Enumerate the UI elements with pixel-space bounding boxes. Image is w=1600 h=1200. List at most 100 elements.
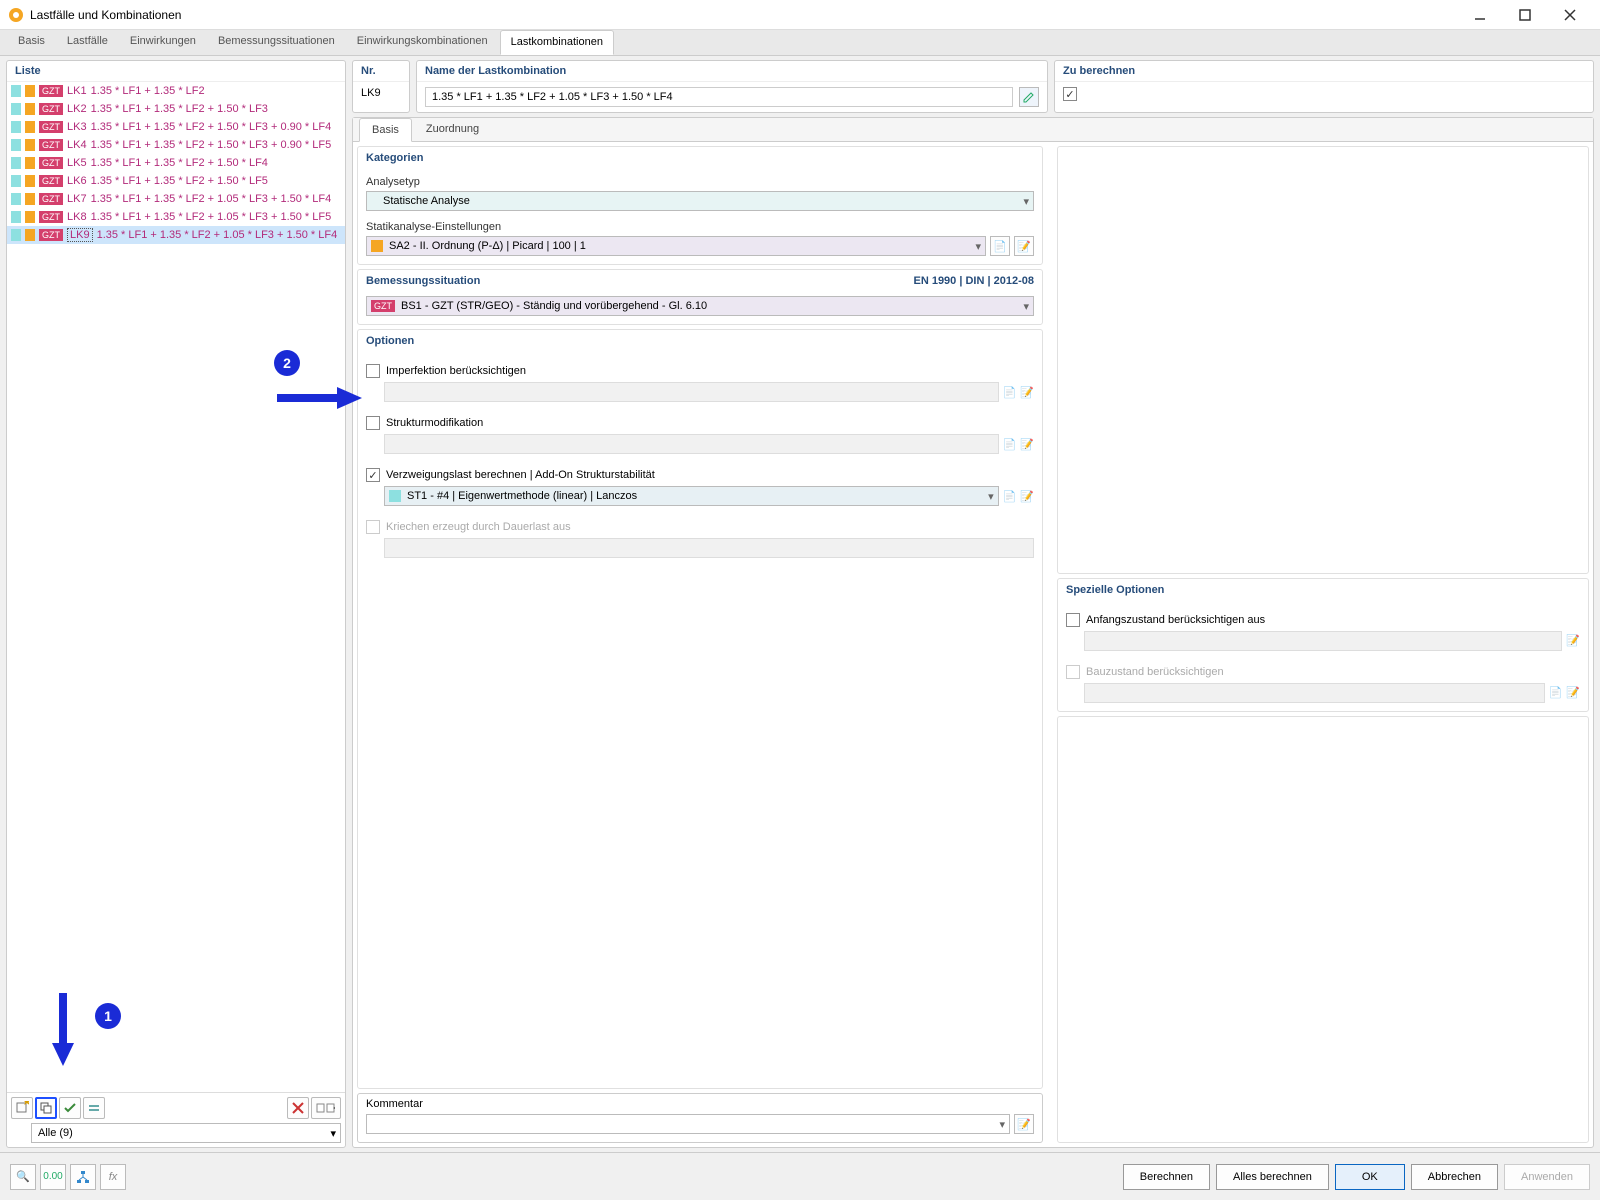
color-chip-icon — [389, 490, 401, 502]
list-item[interactable]: GZTLK41.35 * LF1 + 1.35 * LF2 + 1.50 * L… — [7, 136, 345, 154]
subtab-basis[interactable]: Basis — [359, 118, 412, 142]
verzweigung-checkbox[interactable] — [366, 468, 380, 482]
bauzustand-edit-button[interactable]: 📝 — [1566, 686, 1580, 699]
new-statik-button[interactable]: 📄 — [990, 236, 1010, 256]
filter-combo[interactable]: Alle (9) ▾ — [31, 1123, 341, 1143]
annotation-arrow-1 — [48, 988, 78, 1088]
edit-name-button[interactable] — [1019, 87, 1039, 107]
footer-search-button[interactable]: 🔍 — [10, 1164, 36, 1190]
calc-box: Zu berechnen — [1054, 60, 1594, 113]
tab-einwirkungen[interactable]: Einwirkungen — [120, 30, 206, 55]
verzweigung-select[interactable]: ST1 - #4 | Eigenwertmethode (linear) | L… — [384, 486, 999, 506]
verzweigung-label: Verzweigungslast berechnen | Add-On Stru… — [386, 469, 655, 481]
sub-tabs: Basis Zuordnung — [353, 118, 1593, 142]
imperfection-checkbox[interactable] — [366, 364, 380, 378]
maximize-button[interactable] — [1502, 0, 1547, 30]
tab-lastfaelle[interactable]: Lastfälle — [57, 30, 118, 55]
situation-label: Bemessungssituation — [366, 275, 480, 287]
footer-tree-button[interactable] — [70, 1164, 96, 1190]
strukturmod-select — [384, 434, 999, 454]
list-item[interactable]: GZTLK91.35 * LF1 + 1.35 * LF2 + 1.05 * L… — [7, 226, 345, 244]
kriechen-checkbox — [366, 520, 380, 534]
edit-statik-button[interactable]: 📝 — [1014, 236, 1034, 256]
list-item[interactable]: GZTLK11.35 * LF1 + 1.35 * LF2 — [7, 82, 345, 100]
verzweigung-value: ST1 - #4 | Eigenwertmethode (linear) | L… — [407, 490, 637, 502]
color-chip-icon — [11, 85, 21, 97]
kommentar-edit-button[interactable]: 📝 — [1014, 1114, 1034, 1134]
lk-list[interactable]: GZTLK11.35 * LF1 + 1.35 * LF2GZTLK21.35 … — [7, 82, 345, 1092]
abbrechen-button[interactable]: Abbrechen — [1411, 1164, 1498, 1190]
subtab-zuordnung[interactable]: Zuordnung — [414, 118, 491, 141]
list-item[interactable]: GZTLK61.35 * LF1 + 1.35 * LF2 + 1.50 * L… — [7, 172, 345, 190]
imperfection-edit-button[interactable]: 📝 — [1020, 386, 1034, 399]
check-button[interactable] — [59, 1097, 81, 1119]
tab-lastkomb[interactable]: Lastkombinationen — [500, 30, 614, 55]
chevron-down-icon: ▾ — [1023, 300, 1029, 313]
lk-expr: 1.35 * LF1 + 1.35 * LF2 + 1.50 * LF3 + 0… — [91, 139, 332, 151]
alles-berechnen-button[interactable]: Alles berechnen — [1216, 1164, 1329, 1190]
list-item[interactable]: GZTLK21.35 * LF1 + 1.35 * LF2 + 1.50 * L… — [7, 100, 345, 118]
color-chip-icon — [25, 85, 35, 97]
gzt-tag: GZT — [39, 103, 63, 115]
settings-button[interactable] — [83, 1097, 105, 1119]
situation-value: BS1 - GZT (STR/GEO) - Ständig und vorübe… — [401, 300, 707, 312]
ok-button[interactable]: OK — [1335, 1164, 1405, 1190]
anfang-checkbox[interactable] — [1066, 613, 1080, 627]
color-chip-icon — [371, 240, 383, 252]
footer-units-button[interactable]: 0.00 — [40, 1164, 66, 1190]
tab-bemessung[interactable]: Bemessungssituationen — [208, 30, 345, 55]
situation-norm[interactable]: EN 1990 | DIN | 2012-08 — [913, 275, 1034, 287]
chevron-down-icon: ▾ — [330, 1127, 336, 1140]
gzt-tag: GZT — [39, 85, 63, 97]
strukturmod-edit-button[interactable]: 📝 — [1020, 438, 1034, 451]
color-chip-icon — [25, 121, 35, 133]
analysetyp-select[interactable]: Statische Analyse ▾ — [366, 191, 1034, 211]
anfang-label: Anfangszustand berücksichtigen aus — [1086, 614, 1265, 626]
statik-select[interactable]: SA2 - II. Ordnung (P-Δ) | Picard | 100 |… — [366, 236, 986, 256]
lk-expr: 1.35 * LF1 + 1.35 * LF2 + 1.05 * LF3 + 1… — [91, 211, 332, 223]
lk-id: LK2 — [67, 103, 87, 115]
name-input[interactable] — [425, 87, 1013, 107]
view-mode-button[interactable] — [311, 1097, 341, 1119]
statik-value: SA2 - II. Ordnung (P-Δ) | Picard | 100 |… — [389, 240, 586, 252]
anfang-edit-button[interactable]: 📝 — [1566, 634, 1580, 647]
gzt-tag: GZT — [39, 175, 63, 187]
lk-expr: 1.35 * LF1 + 1.35 * LF2 + 1.05 * LF3 + 1… — [97, 229, 338, 241]
calc-checkbox[interactable] — [1063, 87, 1077, 101]
tab-einwirkungskomb[interactable]: Einwirkungskombinationen — [347, 30, 498, 55]
kommentar-input[interactable]: ▾ — [366, 1114, 1010, 1134]
situation-select[interactable]: GZT BS1 - GZT (STR/GEO) - Ständig und vo… — [366, 296, 1034, 316]
list-item[interactable]: GZTLK81.35 * LF1 + 1.35 * LF2 + 1.05 * L… — [7, 208, 345, 226]
footer-fx-button[interactable]: fx — [100, 1164, 126, 1190]
tab-basis[interactable]: Basis — [8, 30, 55, 55]
strukturmod-new-button[interactable]: 📄 — [1003, 438, 1017, 451]
kommentar-label: Kommentar — [366, 1098, 1034, 1110]
berechnen-button[interactable]: Berechnen — [1123, 1164, 1210, 1190]
lk-id: LK6 — [67, 175, 87, 187]
color-chip-icon — [11, 193, 21, 205]
lk-expr: 1.35 * LF1 + 1.35 * LF2 — [91, 85, 205, 97]
imperfection-new-button[interactable]: 📄 — [1003, 386, 1017, 399]
gzt-tag: GZT — [39, 139, 63, 151]
close-button[interactable] — [1547, 0, 1592, 30]
verzweigung-edit-button[interactable]: 📝 — [1020, 490, 1034, 503]
minimize-button[interactable] — [1457, 0, 1502, 30]
anwenden-button[interactable]: Anwenden — [1504, 1164, 1590, 1190]
lk-expr: 1.35 * LF1 + 1.35 * LF2 + 1.05 * LF3 + 1… — [91, 193, 332, 205]
copy-item-button[interactable] — [35, 1097, 57, 1119]
chevron-down-icon: ▾ — [999, 1118, 1005, 1131]
new-item-button[interactable]: ★ — [11, 1097, 33, 1119]
right-panel-bottom — [1057, 716, 1589, 1144]
list-item[interactable]: GZTLK71.35 * LF1 + 1.35 * LF2 + 1.05 * L… — [7, 190, 345, 208]
color-chip-icon — [11, 139, 21, 151]
list-item[interactable]: GZTLK31.35 * LF1 + 1.35 * LF2 + 1.50 * L… — [7, 118, 345, 136]
color-chip-icon — [25, 211, 35, 223]
analysetyp-value: Statische Analyse — [383, 195, 470, 207]
delete-button[interactable] — [287, 1097, 309, 1119]
strukturmod-checkbox[interactable] — [366, 416, 380, 430]
svg-text:★: ★ — [22, 1101, 29, 1108]
bauzustand-new-button[interactable]: 📄 — [1549, 686, 1563, 699]
list-item[interactable]: GZTLK51.35 * LF1 + 1.35 * LF2 + 1.50 * L… — [7, 154, 345, 172]
verzweigung-new-button[interactable]: 📄 — [1003, 490, 1017, 503]
annotation-arrow-2 — [272, 383, 372, 413]
